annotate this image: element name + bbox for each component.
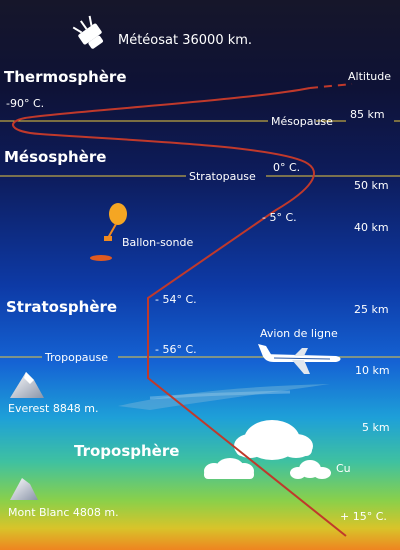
temperature-ground: + 15° C.: [340, 510, 387, 523]
altitude-tick: 10 km: [355, 364, 390, 377]
airliner-label: Avion de ligne: [260, 327, 338, 340]
altitude-axis-title: Altitude: [348, 70, 391, 83]
altitude-tick: 85 km: [350, 108, 385, 121]
balloon-label: Ballon-sonde: [122, 236, 194, 249]
tropopause-label: Tropopause: [45, 351, 109, 364]
cumulus-label: Cu: [336, 462, 351, 475]
mesopause-label: Mésopause: [271, 115, 333, 128]
temperature-25km: - 54° C.: [155, 293, 197, 306]
temperature-40km: - 5° C.: [262, 211, 297, 224]
layer-mesosphere: Mésosphère: [4, 148, 107, 166]
layer-thermosphere: Thermosphère: [4, 68, 127, 86]
layer-troposphere: Troposphère: [74, 442, 180, 460]
altitude-tick: 50 km: [354, 179, 389, 192]
altitude-tick: 5 km: [362, 421, 390, 434]
temperature-mesopause: -90° C.: [6, 97, 45, 110]
temperature-stratopause: 0° C.: [273, 161, 301, 174]
satellite-label: Météosat 36000 km.: [118, 33, 253, 48]
atmosphere-diagram: Météosat 36000 km. Thermosphère Mésosphè…: [0, 0, 400, 550]
mont-blanc-label: Mont Blanc 4808 m.: [8, 506, 119, 519]
altitude-tick: 40 km: [354, 221, 389, 234]
temperature-tropopause: - 56° C.: [155, 343, 197, 356]
everest-label: Everest 8848 m.: [8, 402, 99, 415]
altitude-tick: 25 km: [354, 303, 389, 316]
layer-stratosphere: Stratosphère: [6, 298, 118, 316]
stratopause-label: Stratopause: [189, 170, 256, 183]
